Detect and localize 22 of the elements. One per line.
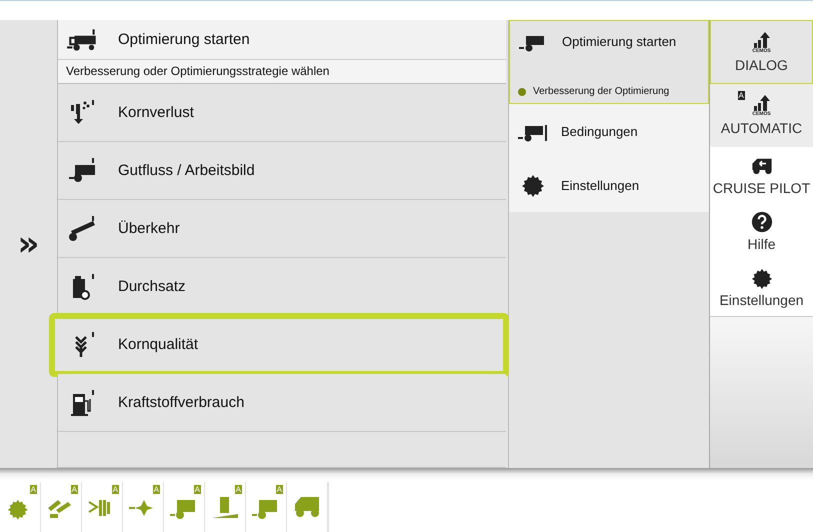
status-text: Verbesserung der Optimierung	[533, 86, 670, 97]
automatic-badge: A	[194, 485, 201, 494]
submenu-item[interactable]: Optimierung starten Verbesserung der Optimierung	[509, 20, 709, 104]
automatic-badge: A	[112, 485, 119, 494]
automatic-badge: A	[276, 485, 283, 494]
automatic-badge: A	[738, 91, 745, 100]
submenu-item[interactable]: Einstellungen	[509, 158, 709, 212]
header-title: Optimierung starten	[118, 31, 250, 48]
automatic-badge: A	[234, 485, 242, 494]
automatic-badge: A	[30, 485, 37, 494]
bar-chart-arrow-icon	[752, 95, 772, 111]
bar-chart-arrow-icon	[752, 32, 772, 48]
menu-item[interactable]: Kraftstoffverbrauch	[58, 374, 506, 432]
settings-icon	[750, 267, 774, 289]
help-icon	[750, 211, 774, 233]
truck-icon	[292, 494, 322, 520]
subtitle: Verbesserung oder Optimierungsstrategie wählen	[58, 60, 506, 84]
menu-item[interactable]: Kornqualität	[52, 316, 506, 374]
automatic-badge: A	[152, 485, 160, 494]
automatic-badge: A	[70, 485, 78, 494]
submenu-item[interactable]: Bedingungen	[509, 104, 709, 158]
expand-button[interactable]: »	[14, 224, 44, 264]
